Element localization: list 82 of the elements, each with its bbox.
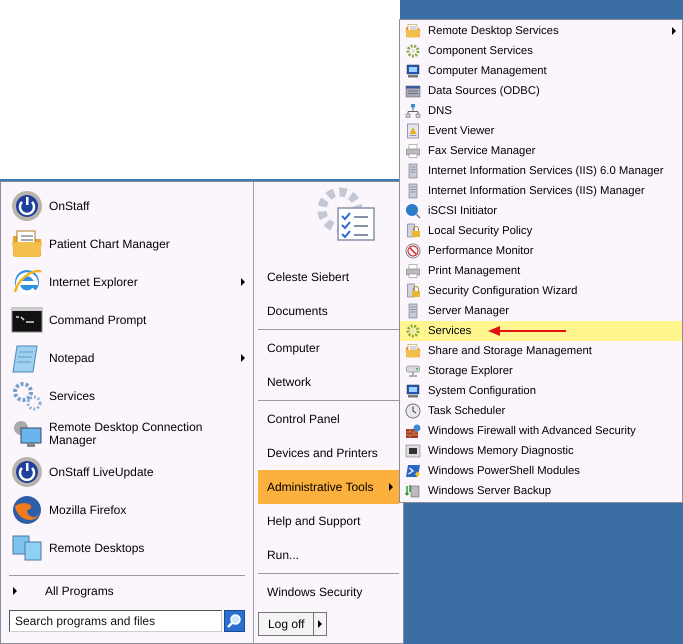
gauge-icon [405,243,421,259]
start-menu-link[interactable]: Documents [258,294,399,328]
menu-item[interactable]: Services [400,321,682,341]
lock-icon [405,223,421,239]
brick-wall-icon [405,423,421,439]
program-item[interactable]: Internet Explorer [9,263,245,301]
shutdown-options-button[interactable] [314,612,328,636]
start-menu-link[interactable]: Windows Security [258,575,399,609]
submenu-arrow-icon [241,278,245,286]
globe-icon [405,203,421,219]
start-menu-link[interactable]: Control Panel [258,402,399,436]
menu-item[interactable]: Storage Explorer [400,361,682,381]
gears-icon [11,380,43,412]
menu-item[interactable]: Windows PowerShell Modules [400,461,682,481]
log-icon [405,123,421,139]
menu-item[interactable]: Internet Information Services (IIS) 6.0 Manager [400,161,682,181]
submenu-arrow-icon [241,354,245,362]
database-icon [405,83,421,99]
power-icon [11,190,43,222]
disk-icon [405,363,421,379]
monitor-icon [11,418,43,450]
clock-icon [405,403,421,419]
printer-icon [405,263,421,279]
chip-icon [405,443,421,459]
program-item[interactable]: Patient Chart Manager [9,225,245,263]
shell-icon [405,463,421,479]
folder-icon [405,23,421,39]
network-icon [405,103,421,119]
backup-icon [405,483,421,499]
expand-arrow-icon [13,587,17,595]
search-button[interactable] [224,610,245,632]
menu-item[interactable]: Computer Management [400,61,682,81]
menu-item[interactable]: Windows Memory Diagnostic [400,441,682,461]
program-item[interactable]: Mozilla Firefox [9,491,245,529]
computer-icon [405,383,421,399]
menu-item[interactable]: Share and Storage Management [400,341,682,361]
program-item[interactable]: Command Prompt [9,301,245,339]
program-item[interactable]: Services [9,377,245,415]
program-item[interactable]: Remote Desktop Connection Manager [9,415,245,453]
search-field[interactable]: Search programs and files [9,610,222,632]
submenu-arrow-icon [389,483,393,491]
lock-icon [405,283,421,299]
menu-item[interactable]: Component Services [400,41,682,61]
menu-item[interactable]: Fax Service Manager [400,141,682,161]
menu-item[interactable]: Task Scheduler [400,401,682,421]
menu-item[interactable]: Local Security Policy [400,221,682,241]
program-item[interactable]: Notepad [9,339,245,377]
menu-item[interactable]: Server Manager [400,301,682,321]
submenu-arrow-icon [672,27,676,35]
start-menu-link[interactable]: Administrative Tools [258,470,399,504]
power-icon [11,456,43,488]
start-menu-link[interactable]: Computer [258,331,399,365]
fox-globe-icon [11,494,43,526]
menu-item[interactable]: Print Management [400,261,682,281]
menu-item[interactable]: Internet Information Services (IIS) Manager [400,181,682,201]
menu-item[interactable]: Performance Monitor [400,241,682,261]
start-menu-link[interactable]: Run... [258,538,399,572]
program-item[interactable]: OnStaff LiveUpdate [9,453,245,491]
start-menu-link[interactable]: Devices and Printers [258,436,399,470]
search-icon [226,613,242,629]
menu-item[interactable]: DNS [400,101,682,121]
menu-item[interactable]: Data Sources (ODBC) [400,81,682,101]
log-off-button[interactable]: Log off [258,612,314,636]
menu-item[interactable]: Windows Firewall with Advanced Security [400,421,682,441]
printer-icon [405,143,421,159]
start-menu-link[interactable]: Celeste Siebert [258,260,399,294]
menu-item[interactable]: Windows Server Backup [400,481,682,501]
folder-icon [405,343,421,359]
menu-item[interactable]: Event Viewer [400,121,682,141]
program-item[interactable]: Remote Desktops [9,529,245,567]
menu-item[interactable]: iSCSI Initiator [400,201,682,221]
all-programs-item[interactable]: All Programs [9,576,245,606]
gear-icon [405,323,421,339]
menu-item[interactable]: System Configuration [400,381,682,401]
menu-item[interactable]: Security Configuration Wizard [400,281,682,301]
start-menu-link[interactable]: Network [258,365,399,399]
menu-item[interactable]: Remote Desktop Services [400,21,682,41]
start-menu-link[interactable]: Help and Support [258,504,399,538]
program-item[interactable]: OnStaff [9,187,245,225]
computer-icon [405,63,421,79]
gear-icon [405,43,421,59]
folder-icon [11,228,43,260]
